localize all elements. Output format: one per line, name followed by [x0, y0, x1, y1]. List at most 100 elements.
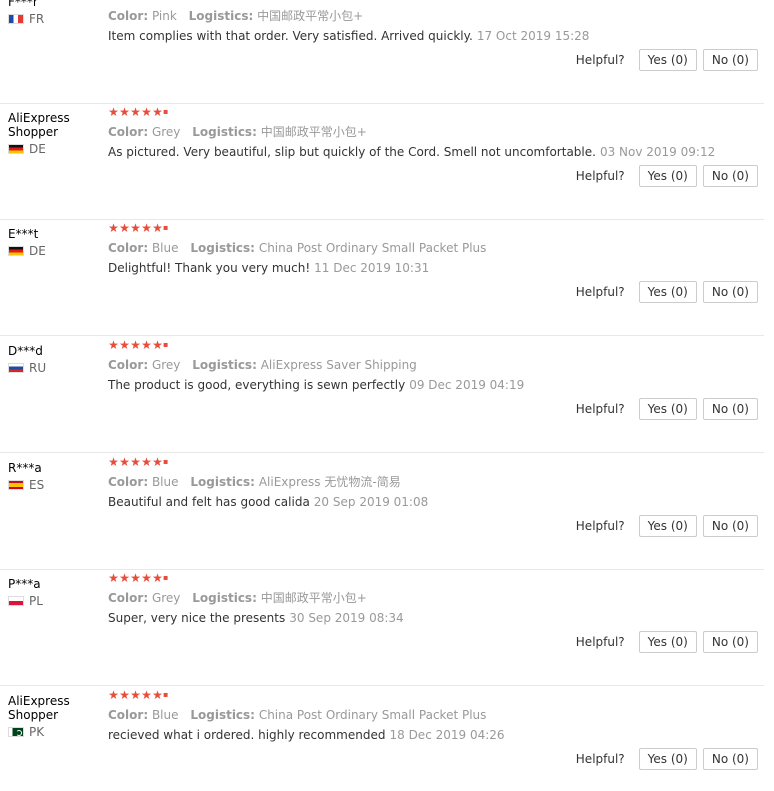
reviewer-info: D***d RU	[8, 344, 100, 375]
review-comment: The product is good, everything is sewn …	[108, 378, 758, 392]
reviewer-name: R***a	[8, 461, 42, 475]
star-icon: ★	[141, 338, 152, 352]
helpful-vote: Helpful? Yes (0) No (0)	[576, 281, 758, 303]
star-icon: ★	[130, 688, 141, 702]
star-icon: ★	[152, 221, 163, 235]
star-tail-icon: ▪	[163, 457, 169, 466]
country-code: DE	[29, 142, 46, 156]
logistics-label: Logistics:	[192, 125, 257, 139]
helpful-vote: Helpful? Yes (0) No (0)	[576, 398, 758, 420]
reviewer-name: AliExpress Shopper	[8, 111, 70, 139]
helpful-no-button[interactable]: No (0)	[702, 748, 758, 770]
feedback-list: F***rFR★★★★★▪Color: Pink Logistics: 中国邮政…	[0, 0, 774, 791]
helpful-no-button[interactable]: No (0)	[702, 515, 758, 537]
review-body: ★★★★★▪ Color: Grey Logistics: 中国邮政平常小包+ Su…	[108, 571, 758, 625]
country-code: ES	[29, 478, 45, 492]
helpful-yes-button[interactable]: Yes (0)	[638, 398, 697, 420]
star-tail-icon: ▪	[163, 340, 169, 349]
helpful-no-button[interactable]: No (0)	[702, 631, 758, 653]
color-label: Color:	[108, 591, 149, 605]
country-code: PK	[29, 725, 45, 739]
logistics-label: Logistics:	[190, 475, 255, 489]
star-icon: ★	[130, 221, 141, 235]
logistics-value: AliExpress 无忧物流-简易	[258, 475, 401, 489]
reviewer-name: AliExpress Shopper	[8, 694, 70, 722]
helpful-no-button[interactable]: No (0)	[702, 281, 758, 303]
helpful-yes-button[interactable]: Yes (0)	[638, 515, 697, 537]
country-flag-icon	[8, 480, 24, 490]
star-icon: ★	[119, 338, 130, 352]
helpful-yes-button[interactable]: Yes (0)	[638, 281, 697, 303]
order-info: Color: Grey Logistics: 中国邮政平常小包+	[108, 591, 758, 605]
logistics-value: 中国邮政平常小包+	[257, 9, 364, 23]
star-icon: ★	[108, 688, 119, 702]
reviewer-name: E***t	[8, 227, 39, 241]
color-label: Color:	[108, 9, 149, 23]
star-rating: ★★★★★▪	[108, 105, 758, 119]
star-icon: ★	[130, 338, 141, 352]
star-tail-icon: ▪	[163, 223, 169, 232]
country-flag-icon	[8, 596, 24, 606]
star-icon: ★	[152, 0, 163, 3]
helpful-no-button[interactable]: No (0)	[702, 165, 758, 187]
reviewer-name: P***a	[8, 577, 41, 591]
review-date: 03 Nov 2019 09:12	[599, 145, 716, 159]
color-value: Grey	[151, 125, 181, 139]
reviewer-info: AliExpress Shopper DE	[8, 111, 100, 156]
color-value: Grey	[151, 358, 181, 372]
helpful-yes-button[interactable]: Yes (0)	[638, 49, 697, 71]
logistics-label: Logistics:	[192, 358, 257, 372]
review-comment: As pictured. Very beautiful, slip but qu…	[108, 145, 758, 159]
review-item: AliExpress Shopper DE ★★★★★▪ Color: Grey Lo…	[0, 102, 764, 220]
country-flag-icon	[8, 363, 24, 373]
star-icon: ★	[108, 338, 119, 352]
helpful-vote: Helpful? Yes (0) No (0)	[576, 748, 758, 770]
helpful-label: Helpful?	[575, 402, 625, 416]
star-icon: ★	[119, 571, 130, 585]
review-item: P***a PL ★★★★★▪ Color: Grey Logistics: 中国邮政…	[0, 568, 764, 686]
reviewer-country: ES	[8, 478, 100, 492]
star-icon: ★	[152, 571, 163, 585]
star-icon: ★	[152, 338, 163, 352]
reviewer-info: R***a ES	[8, 461, 100, 492]
color-value: Blue	[151, 241, 179, 255]
star-icon: ★	[119, 221, 130, 235]
star-icon: ★	[141, 571, 152, 585]
review-date: 17 Oct 2019 15:28	[476, 29, 590, 43]
star-rating: ★★★★★▪	[108, 221, 758, 235]
helpful-yes-button[interactable]: Yes (0)	[638, 165, 697, 187]
country-code: DE	[29, 244, 46, 258]
reviewer-country: PL	[8, 594, 100, 608]
review-date: 30 Sep 2019 08:34	[289, 611, 404, 625]
logistics-label: Logistics:	[190, 241, 255, 255]
review-item: D***d RU ★★★★★▪ Color: Grey Logistics: AliE…	[0, 335, 764, 453]
review-comment: Beautiful and felt has good calida 20 Sep…	[108, 495, 758, 509]
review-body: ★★★★★▪ Color: Grey Logistics: AliExpress …	[108, 338, 758, 392]
helpful-vote: Helpful? Yes (0) No (0)	[576, 165, 758, 187]
helpful-yes-button[interactable]: Yes (0)	[638, 748, 697, 770]
helpful-yes-button[interactable]: Yes (0)	[638, 631, 697, 653]
reviewer-country: PK	[8, 725, 100, 739]
country-flag-icon	[8, 144, 24, 154]
review-comment: recieved what i ordered. highly recommen…	[108, 728, 758, 742]
order-info: Color: Grey Logistics: AliExpress Saver …	[108, 358, 758, 372]
star-rating: ★★★★★▪	[108, 571, 758, 585]
star-icon: ★	[141, 221, 152, 235]
color-value: Blue	[151, 475, 179, 489]
order-info: Color: Blue Logistics: China Post Ordina…	[108, 241, 758, 255]
review-comment: Item complies with that order. Very sati…	[108, 29, 758, 43]
star-icon: ★	[141, 455, 152, 469]
helpful-no-button[interactable]: No (0)	[702, 49, 758, 71]
reviewer-name: F***r	[8, 0, 38, 9]
star-tail-icon: ▪	[163, 107, 169, 116]
helpful-no-button[interactable]: No (0)	[702, 398, 758, 420]
star-icon: ★	[119, 105, 130, 119]
helpful-label: Helpful?	[575, 519, 625, 533]
star-icon: ★	[108, 221, 119, 235]
logistics-value: China Post Ordinary Small Packet Plus	[258, 241, 487, 255]
star-icon: ★	[130, 105, 141, 119]
star-icon: ★	[130, 0, 141, 3]
comment-text: The product is good, everything is sewn …	[108, 378, 406, 392]
color-label: Color:	[108, 125, 149, 139]
star-tail-icon: ▪	[163, 573, 169, 582]
